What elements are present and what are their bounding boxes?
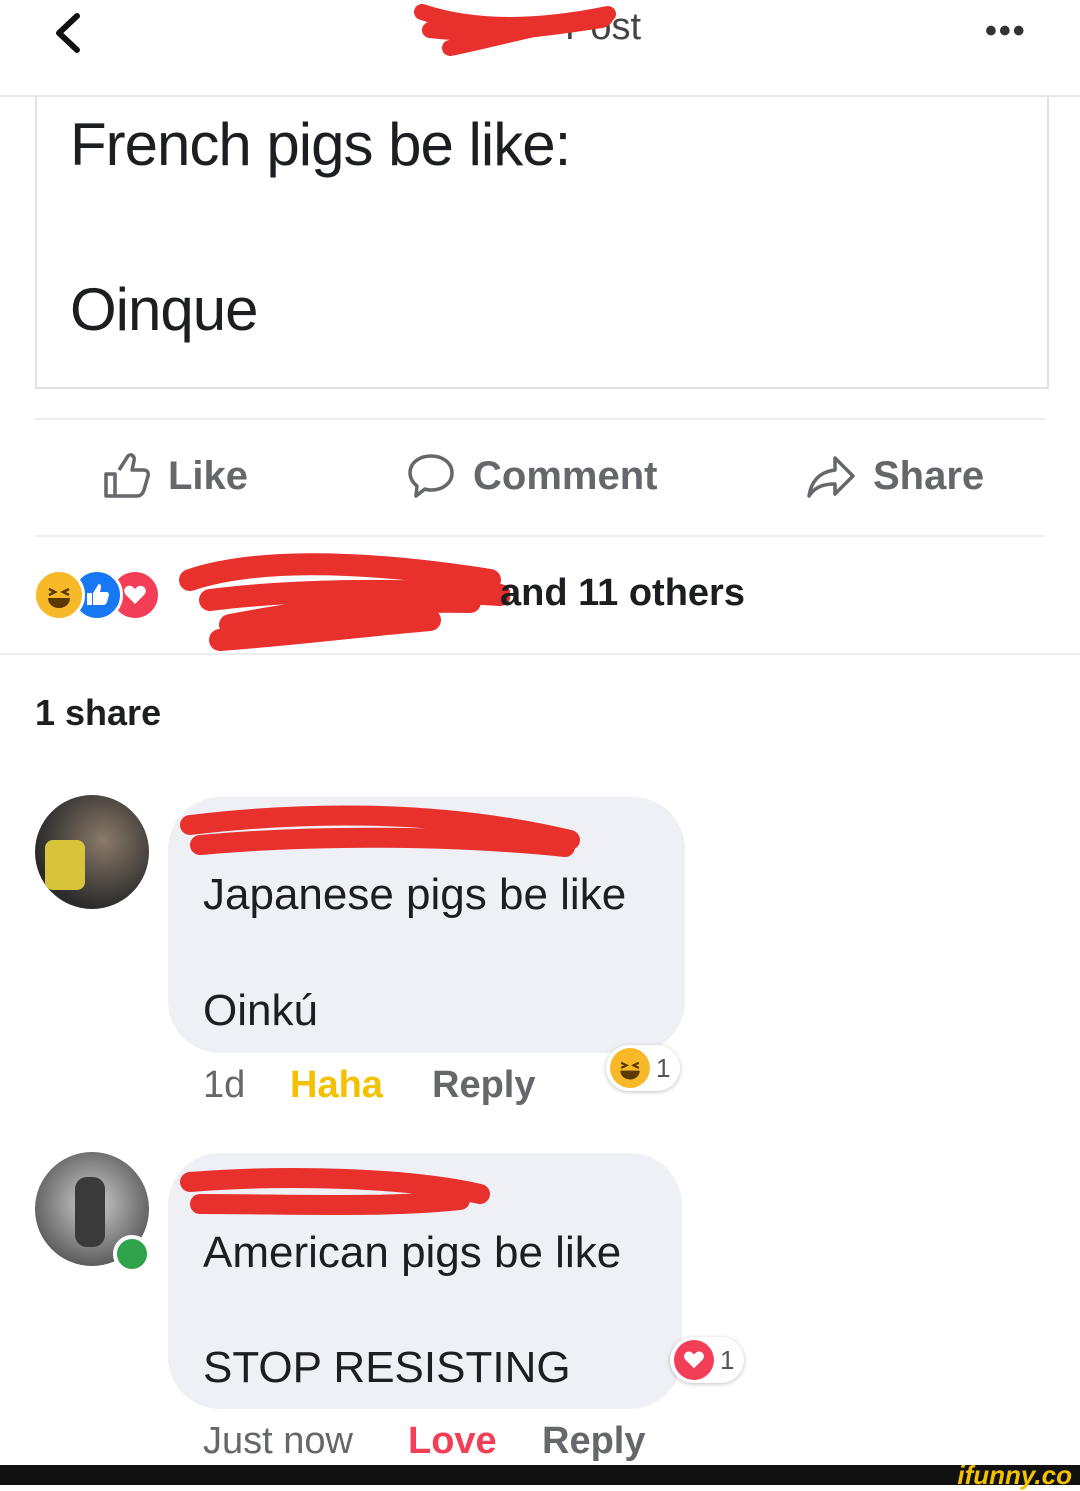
redaction-mark <box>179 553 510 651</box>
comment-reaction-label[interactable]: Haha <box>290 1064 383 1107</box>
post-line-2: Oinque <box>70 276 258 343</box>
comment-text-line-1: American pigs be like <box>203 1228 622 1277</box>
like-label: Like <box>168 453 249 498</box>
comment-button[interactable]: Comment <box>405 450 657 502</box>
share-arrow-icon <box>807 456 855 498</box>
watermark: ifunny.co <box>957 1460 1072 1490</box>
comment-reaction-label[interactable]: Love <box>408 1420 497 1463</box>
comment-reaction-badge[interactable]: 1 <box>670 1337 745 1383</box>
reaction-count: 1 <box>656 1052 671 1083</box>
comment-label: Comment <box>473 453 658 498</box>
redaction-mark <box>180 1168 490 1215</box>
share-button[interactable]: Share <box>805 450 984 502</box>
redaction-mark <box>414 4 616 56</box>
comment-text-line-2: Oinkú <box>203 986 318 1035</box>
like-button[interactable]: Like <box>100 450 248 502</box>
reply-button[interactable]: Reply <box>542 1420 645 1463</box>
bottom-bar <box>0 1465 1080 1485</box>
reactions-summary[interactable] <box>33 568 161 622</box>
love-reaction-icon <box>674 1340 714 1380</box>
more-options-icon[interactable]: ••• <box>985 12 1027 51</box>
comment-timestamp: 1d <box>203 1064 246 1106</box>
online-status-dot <box>113 1235 151 1273</box>
comment-timestamp: Just now <box>203 1420 353 1462</box>
comment-text-line-2: STOP RESISTING <box>203 1343 571 1392</box>
divider <box>35 418 1045 420</box>
haha-reaction-icon <box>33 569 85 621</box>
avatar-detail <box>75 1177 105 1247</box>
comment-reaction-badge[interactable]: 1 <box>606 1045 681 1091</box>
post-line-1: French pigs be like: <box>70 111 571 178</box>
reply-button[interactable]: Reply <box>432 1064 535 1107</box>
divider <box>0 653 1080 655</box>
redaction-mark <box>180 805 580 857</box>
post-content: French pigs be like: Oinque <box>35 95 1049 389</box>
share-count[interactable]: 1 share <box>35 692 161 734</box>
share-label: Share <box>873 453 985 498</box>
back-chevron-icon[interactable] <box>45 8 95 58</box>
divider <box>35 535 1045 537</box>
haha-reaction-icon <box>610 1048 650 1088</box>
reaction-count: 1 <box>720 1344 735 1375</box>
reactors-count[interactable]: and 11 others <box>500 572 745 615</box>
comment-bubble-icon <box>408 454 454 498</box>
avatar-detail <box>45 840 85 890</box>
comment-text-line-1: Japanese pigs be like <box>203 870 627 919</box>
commenter-avatar[interactable] <box>35 795 149 909</box>
thumbs-up-icon <box>104 453 150 498</box>
